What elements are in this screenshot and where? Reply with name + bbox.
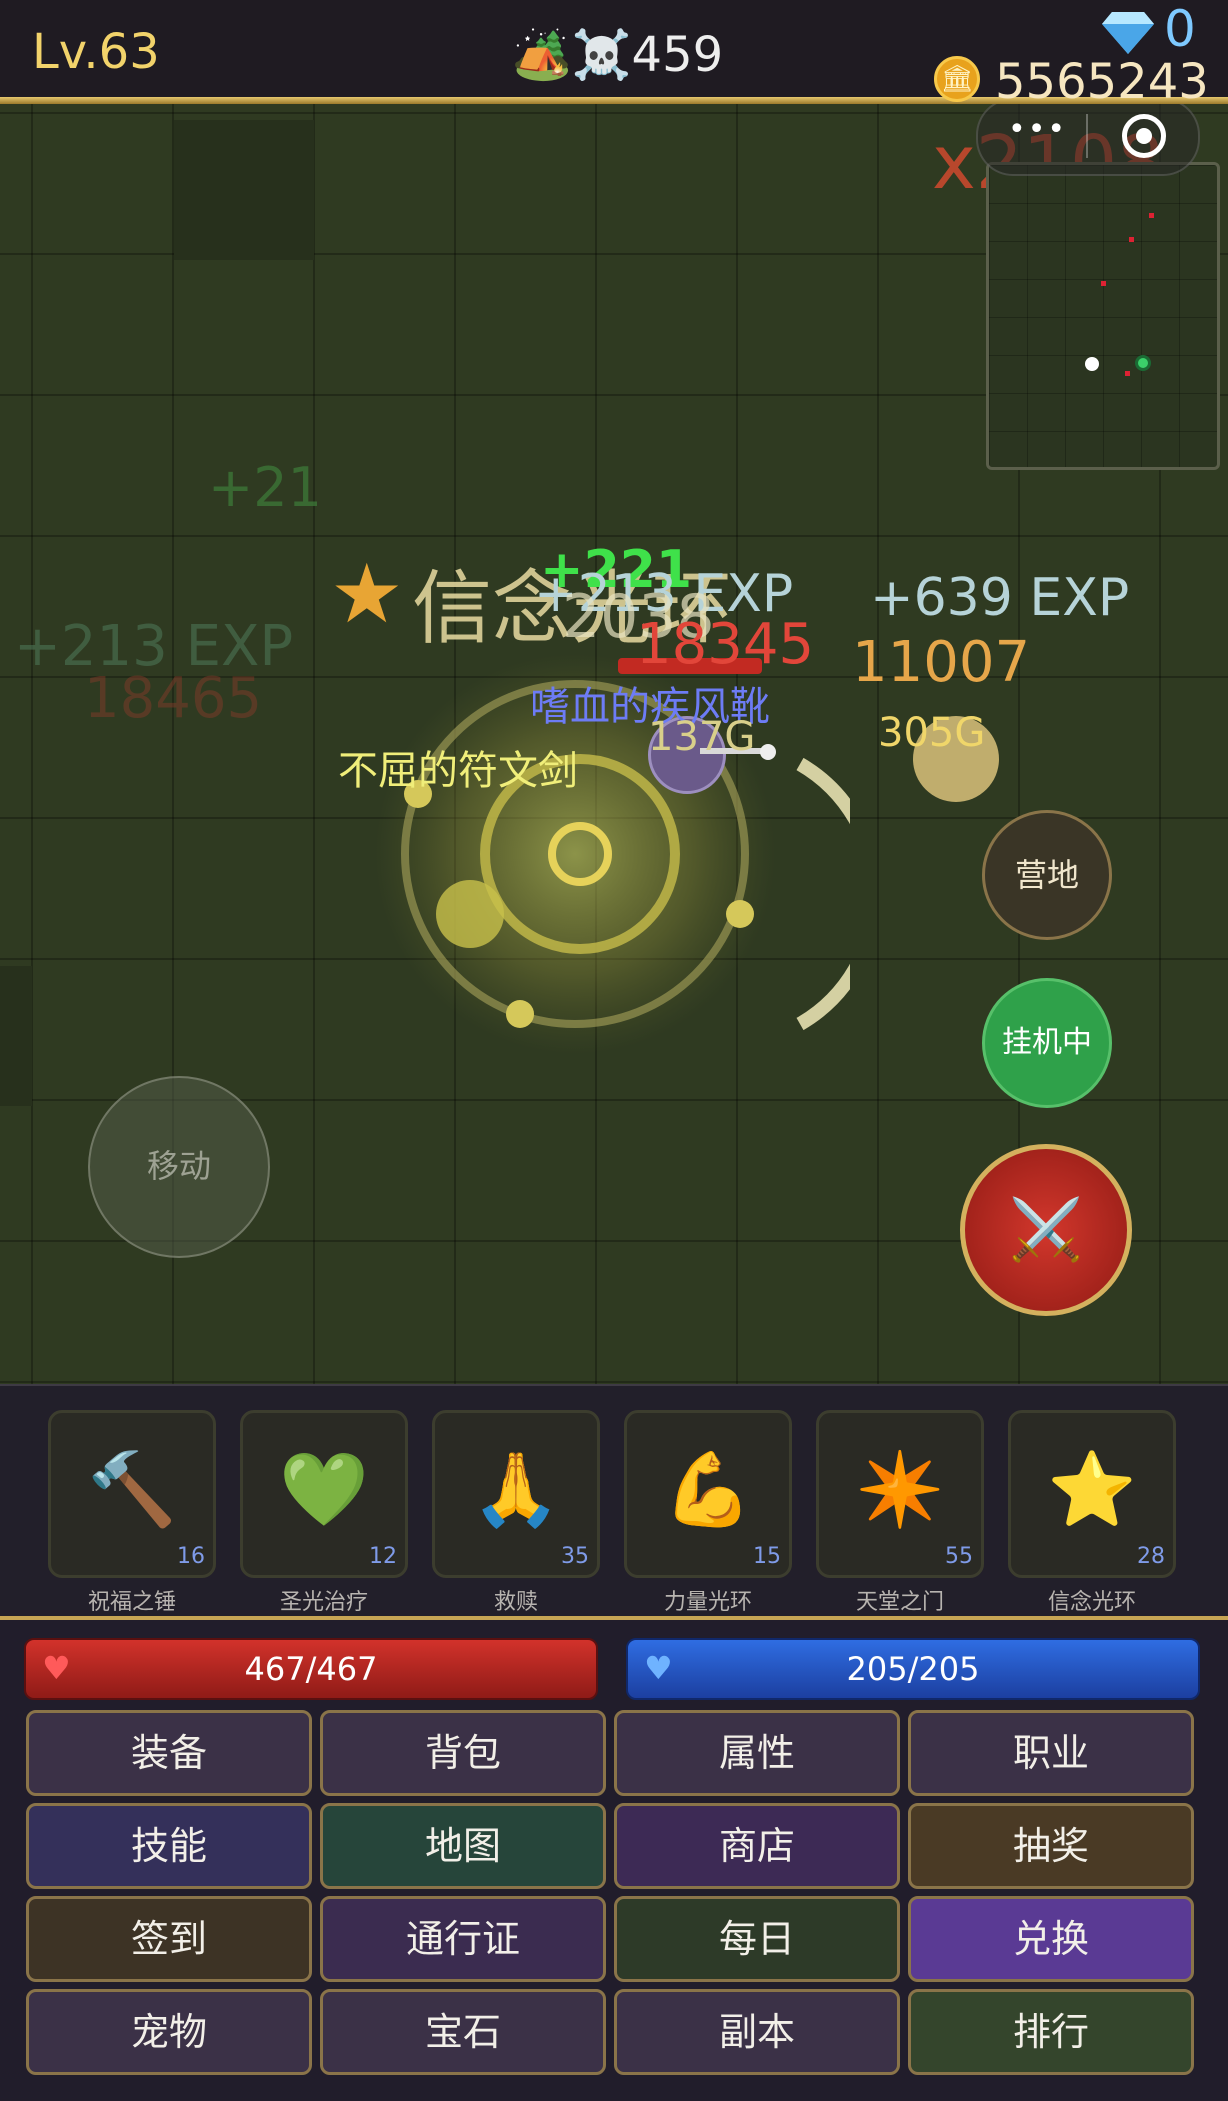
damage-text: 11007: [852, 630, 1031, 695]
gem-button[interactable]: 宝石: [320, 1989, 606, 2075]
battle-field[interactable]: x2108 +21 +213 EXP 18465 ★ 信念光环 +221 +21…: [0, 104, 1228, 1384]
pet-button[interactable]: 宠物: [26, 1989, 312, 2075]
lottery-button[interactable]: 抽奖: [908, 1803, 1194, 1889]
more-menu-icon[interactable]: •••: [1008, 112, 1067, 147]
pass-button[interactable]: 通行证: [320, 1896, 606, 1982]
exchange-button[interactable]: 兑换: [908, 1896, 1194, 1982]
checkin-button[interactable]: 签到: [26, 1896, 312, 1982]
skill-slot-faith-aura[interactable]: ⭐ 28: [1008, 1410, 1176, 1578]
skills-button[interactable]: 技能: [26, 1803, 312, 1889]
camp-skull-icon: 🏕️☠️: [512, 27, 632, 83]
floor-tile-dark: [0, 966, 32, 1106]
close-target-icon[interactable]: [1122, 114, 1166, 158]
coin-icon: 🏛: [934, 56, 980, 102]
attributes-button[interactable]: 属性: [614, 1710, 900, 1796]
gem-count: 0: [1164, 0, 1196, 58]
exp-gain-text: +639 EXP: [870, 568, 1130, 628]
faded-heal-text: +21: [208, 456, 322, 519]
player-level: Lv.63: [32, 24, 160, 80]
star-icon: ⭐: [1047, 1447, 1137, 1531]
minimap-enemy-dot: [1129, 237, 1134, 242]
capsule-divider: [1086, 114, 1088, 158]
camp-button[interactable]: 营地: [982, 810, 1112, 940]
map-button[interactable]: 地图: [320, 1803, 606, 1889]
skill-label: 天堂之门: [855, 1590, 944, 1615]
minimap-enemy-dot: [1101, 281, 1106, 286]
flexed-arm-icon: 💪: [663, 1447, 753, 1531]
minimap-enemy-dot: [1149, 213, 1154, 218]
shop-button[interactable]: 商店: [614, 1803, 900, 1889]
auto-battle-toggle[interactable]: 挂机中: [982, 978, 1112, 1108]
attack-button[interactable]: ⚔️: [960, 1144, 1132, 1316]
skill-slot-might-aura[interactable]: 💪 15: [624, 1410, 792, 1578]
bag-button[interactable]: 背包: [320, 1710, 606, 1796]
stage-kill-counter: 🏕️☠️459: [512, 26, 723, 83]
coin-count: 5565243: [995, 54, 1209, 110]
skill-count: 28: [1137, 1544, 1165, 1569]
hp-value: 467/467: [244, 1650, 378, 1688]
gold-drop-text: 305G: [878, 710, 986, 756]
faded-damage-text: 18465: [84, 666, 263, 731]
skill-label: 祝福之锤: [87, 1590, 176, 1615]
skill-label: 救赎: [493, 1590, 538, 1615]
class-button[interactable]: 职业: [908, 1710, 1194, 1796]
skill-slot-blessing-hammer[interactable]: 🔨 16: [48, 1410, 216, 1578]
mp-value: 205/205: [846, 1650, 980, 1688]
auto-battle-label: 挂机中: [1002, 1025, 1092, 1060]
star-icon: ★: [330, 547, 404, 642]
skill-count: 12: [369, 1544, 397, 1569]
item-drop-name: 不屈的符文剑: [338, 748, 578, 794]
minimap-enemy-dot: [1125, 371, 1130, 376]
equipment-button[interactable]: 装备: [26, 1710, 312, 1796]
gold-drop-text: 137G: [648, 714, 756, 760]
ranking-button[interactable]: 排行: [908, 1989, 1194, 2075]
kill-count: 459: [631, 27, 724, 83]
skill-slot-heaven-gate[interactable]: ✴️ 55: [816, 1410, 984, 1578]
move-joystick[interactable]: 移动: [88, 1076, 270, 1258]
minimap-portal-dot: [1135, 355, 1151, 371]
hammer-icon: 🔨: [87, 1447, 177, 1531]
minimap-player-dot: [1085, 357, 1099, 371]
weapon-tip: [760, 744, 776, 760]
skill-count: 15: [753, 1544, 781, 1569]
game-screen: Lv.63 🏕️☠️459 0 🏛 5565243 +21 +213 EXP 1…: [0, 0, 1228, 2101]
skill-label: 力量光环: [663, 1590, 752, 1615]
heart-icon: 💚: [279, 1447, 369, 1531]
mp-bar: ♥ 205/205: [626, 1638, 1200, 1700]
miniprogram-capsule: •••: [976, 104, 1200, 176]
dungeon-button[interactable]: 副本: [614, 1989, 900, 2075]
camp-button-label: 营地: [1014, 856, 1079, 894]
crit-damage-text: 18345: [636, 612, 815, 677]
daily-button[interactable]: 每日: [614, 1896, 900, 1982]
crossed-swords-icon: ⚔️: [1008, 1195, 1084, 1265]
skill-slot-redemption[interactable]: 🙏 35: [432, 1410, 600, 1578]
diamond-icon: [1102, 12, 1154, 54]
hp-bar: ♥ 467/467: [24, 1638, 598, 1700]
praying-hands-icon: 🙏: [471, 1447, 561, 1531]
skill-label: 信念光环: [1047, 1590, 1136, 1615]
skill-count: 16: [177, 1544, 205, 1569]
burst-icon: ✴️: [855, 1447, 945, 1531]
skill-count: 35: [561, 1544, 589, 1569]
skill-slot-holy-heal[interactable]: 💚 12: [240, 1410, 408, 1578]
move-joystick-label: 移动: [146, 1147, 211, 1185]
skill-count: 55: [945, 1544, 973, 1569]
skill-label: 圣光治疗: [279, 1590, 368, 1615]
skill-bar: 🔨 16 祝福之锤 💚 12 圣光治疗 🙏 35 救赎 💪 15 力量光环 ✴️…: [0, 1384, 1228, 1618]
floor-tile-dark: [174, 120, 314, 260]
minimap[interactable]: [986, 162, 1220, 470]
